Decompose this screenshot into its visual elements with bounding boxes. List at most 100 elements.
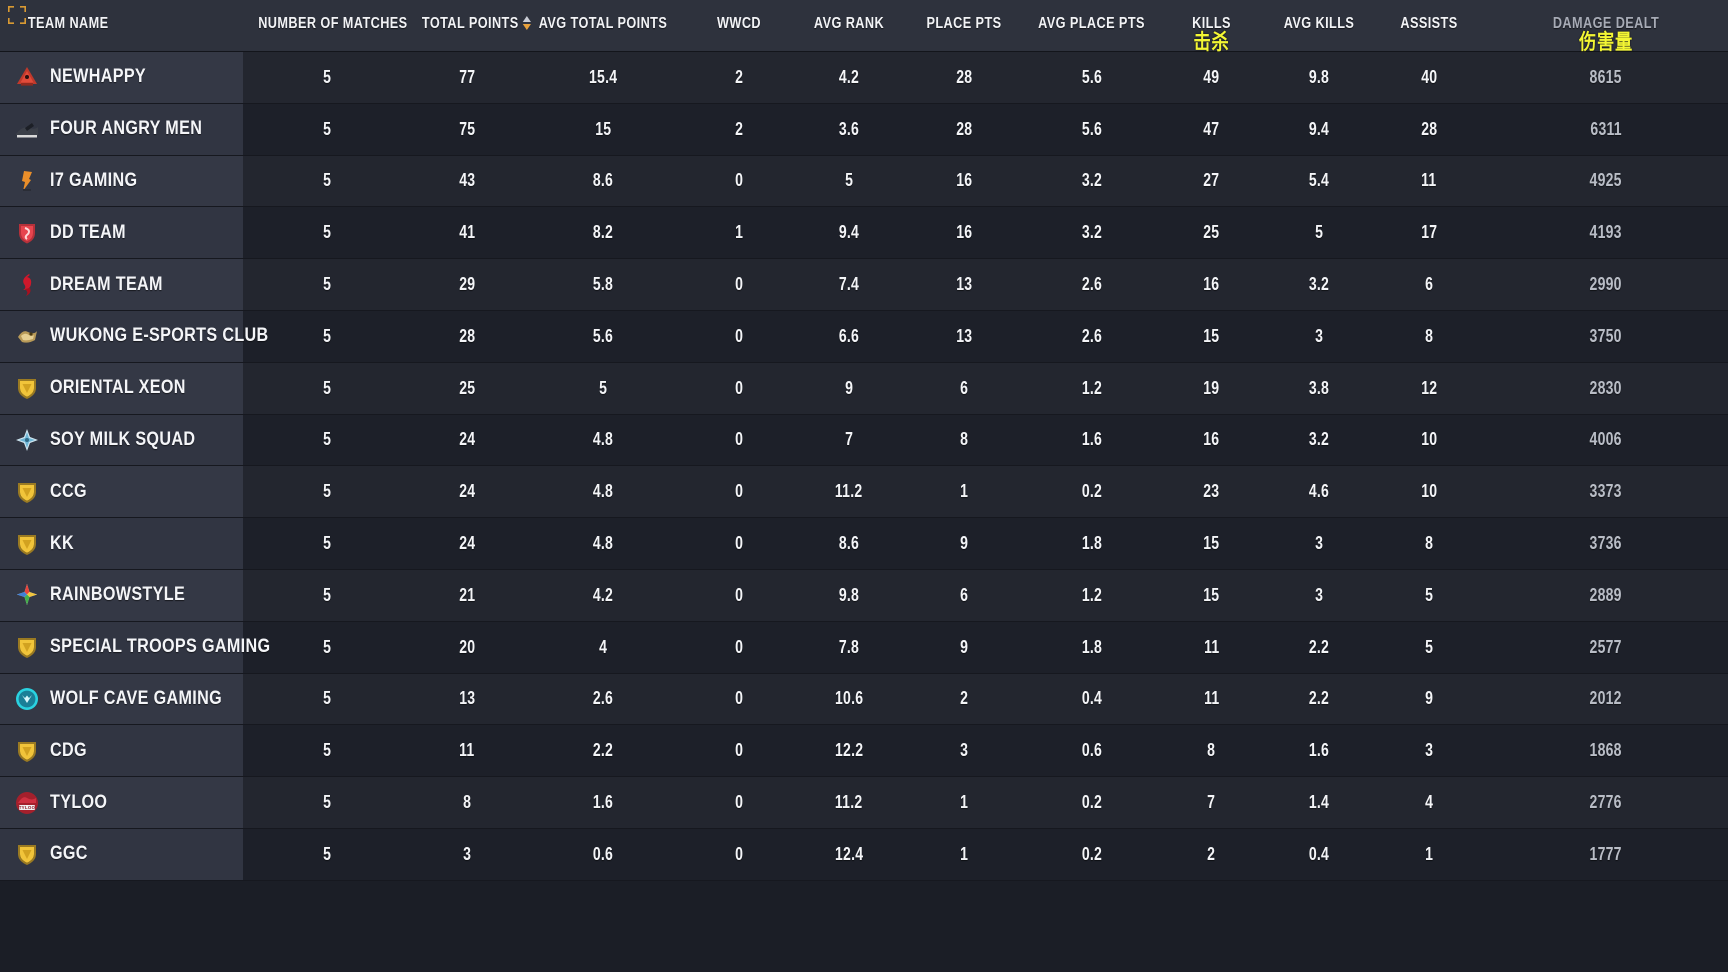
team-cell[interactable]: FOUR ANGRY MEN <box>0 103 243 155</box>
cell-wwcd: 1 <box>684 207 794 258</box>
team-name-label: WOLF CAVE GAMING <box>50 687 223 709</box>
cell-value: 5 <box>323 533 332 554</box>
cell-value: 1 <box>959 843 969 864</box>
cell-total_pts: 13 <box>412 674 522 725</box>
cell-avg_total: 4.8 <box>522 415 684 466</box>
team-cell[interactable]: CCG <box>0 466 243 518</box>
cell-avg_kills: 3 <box>1264 570 1374 621</box>
cell-value: 4193 <box>1589 222 1623 243</box>
table-row[interactable]: ORIENTAL XEON 5 25 5 0 9 6 1.2 19 3.8 12 2830 <box>0 362 1728 415</box>
cell-avg_rank: 9.4 <box>794 207 904 258</box>
cell-matches: 5 <box>243 829 412 880</box>
cell-value: 5 <box>323 222 332 243</box>
cell-avg_total: 2.6 <box>522 674 684 725</box>
table-row[interactable]: WUKONG E-SPORTS CLUB 5 28 5.6 0 6.6 13 2.6 15 3 8 3… <box>0 310 1728 363</box>
column-header-total_pts[interactable]: TOTAL POINTS <box>422 0 531 33</box>
team-cell[interactable]: SPECIAL TROOPS GAMING <box>0 621 270 673</box>
cell-total_pts: 20 <box>412 622 522 673</box>
cell-value: 0 <box>734 429 744 450</box>
cell-place_pts: 13 <box>904 259 1024 310</box>
cell-value: 28 <box>1420 118 1438 139</box>
cell-avg_kills: 3.2 <box>1264 415 1374 466</box>
cell-value: 2 <box>1207 843 1216 864</box>
cell-value: 6 <box>959 377 969 398</box>
cell-total_pts: 29 <box>412 259 522 310</box>
table-row[interactable]: KK 5 24 4.8 0 8.6 9 1.8 15 3 8 3736 <box>0 518 1728 570</box>
cell-value: 27 <box>1203 170 1220 191</box>
team-cell[interactable]: SOY MILK SQUAD <box>0 414 243 466</box>
table-row[interactable]: TYLOO TYLOO 5 8 1.6 0 11.2 1 0.2 7 1.4 4 2776 <box>0 777 1728 829</box>
team-cell[interactable]: WUKONG E-SPORTS CLUB <box>0 310 268 362</box>
team-cell[interactable]: DD TEAM <box>0 207 243 259</box>
team-cell[interactable]: DREAM TEAM <box>0 259 243 310</box>
cell-value: 2577 <box>1589 636 1623 657</box>
cell-place_pts: 16 <box>904 156 1024 207</box>
cell-value: 5 <box>1424 636 1434 657</box>
table-row[interactable]: FOUR ANGRY MEN 5 75 15 2 3.6 28 5.6 47 9.4 28 6311 <box>0 103 1728 156</box>
column-header-team: TEAM NAME <box>0 0 199 33</box>
cell-value: 24 <box>458 481 476 502</box>
table-row[interactable]: SPECIAL TROOPS GAMING 5 20 4 0 7.8 9 1.8 11 2.2 5 2… <box>0 621 1728 674</box>
table-row[interactable]: DREAM TEAM 5 29 5.8 0 7.4 13 2.6 16 3.2 6 2990 <box>0 259 1728 311</box>
cell-value: 1.8 <box>1081 533 1102 554</box>
cell-value: 2830 <box>1589 377 1623 398</box>
cell-value: 3.2 <box>1081 222 1102 243</box>
cell-value: 3.2 <box>1308 274 1330 295</box>
cell-damage: 2990 <box>1484 259 1728 310</box>
table-row[interactable]: RAINBOWSTYLE 5 21 4.2 0 9.8 6 1.2 15 3 5 2889 <box>0 569 1728 622</box>
cell-value: 47 <box>1203 118 1220 139</box>
cell-matches: 5 <box>243 777 412 828</box>
cell-assists: 6 <box>1374 259 1484 310</box>
team-name-label: DREAM TEAM <box>50 273 163 295</box>
cell-avg_kills: 3.8 <box>1264 363 1374 414</box>
cell-place_pts: 9 <box>904 622 1024 673</box>
cell-avg_rank: 6.6 <box>794 311 904 362</box>
table-row[interactable]: I7 GAMING 5 43 8.6 0 5 16 3.2 27 5.4 11 4925 <box>0 155 1728 208</box>
team-cell[interactable]: WOLF CAVE GAMING <box>0 673 243 725</box>
cell-value: 9 <box>959 636 969 657</box>
cell-total_pts: 41 <box>412 207 522 258</box>
table-row[interactable]: CCG 5 24 4.8 0 11.2 1 0.2 23 4.6 10 3373 <box>0 466 1728 519</box>
cell-value: 43 <box>458 170 476 191</box>
team-cell[interactable]: ORIENTAL XEON <box>0 362 243 414</box>
cell-value: 4.2 <box>592 584 614 605</box>
sort-toggle-icon[interactable] <box>522 15 531 30</box>
cell-value: 1777 <box>1589 843 1623 864</box>
cell-avg_place: 0.2 <box>1024 466 1159 517</box>
expand-collapse-icon[interactable] <box>6 4 28 26</box>
cell-value: 1 <box>1424 843 1434 864</box>
table-row[interactable]: CDG 5 11 2.2 0 12.2 3 0.6 8 1.6 3 1868 <box>0 725 1728 778</box>
cell-place_pts: 13 <box>904 311 1024 362</box>
table-row[interactable]: DD TEAM 5 41 8.2 1 9.4 16 3.2 25 5 17 4193 <box>0 207 1728 260</box>
cell-value: 3750 <box>1589 325 1623 346</box>
cell-kills: 7 <box>1159 777 1264 828</box>
team-cell[interactable]: NEWHAPPY <box>0 52 243 103</box>
cell-value: 12 <box>1420 377 1438 398</box>
cell-value: 1.2 <box>1081 377 1102 398</box>
cell-value: 15 <box>1203 325 1220 346</box>
cell-value: 12.4 <box>834 843 864 864</box>
table-row[interactable]: WOLF CAVE GAMING 5 13 2.6 0 10.6 2 0.4 11 2.2 9 201… <box>0 673 1728 726</box>
team-name-label: I7 GAMING <box>50 169 138 191</box>
cell-matches: 5 <box>243 466 412 517</box>
team-cell[interactable]: RAINBOWSTYLE <box>0 569 243 621</box>
team-cell[interactable]: GGC <box>0 828 243 880</box>
table-row[interactable]: SOY MILK SQUAD 5 24 4.8 0 7 8 1.6 16 3.2 10 4006 <box>0 414 1728 467</box>
cell-value: 16 <box>955 222 973 243</box>
team-cell[interactable]: KK <box>0 518 243 569</box>
ddteam-logo <box>14 220 40 246</box>
team-cell[interactable]: I7 GAMING <box>0 155 243 207</box>
team-cell[interactable]: CDG <box>0 725 243 777</box>
cell-damage: 2889 <box>1484 570 1728 621</box>
cell-kills: 27 <box>1159 156 1264 207</box>
cell-value: 3 <box>959 740 969 761</box>
cell-avg_total: 15.4 <box>522 52 684 103</box>
cell-avg_total: 5.8 <box>522 259 684 310</box>
table-row[interactable]: NEWHAPPY 5 77 15.4 2 4.2 28 5.6 49 9.8 40 8615 <box>0 52 1728 104</box>
team-cell[interactable]: TYLOO TYLOO <box>0 777 243 828</box>
cell-kills: 15 <box>1159 518 1264 569</box>
cell-value: 9.8 <box>838 584 860 605</box>
cell-value: 4.8 <box>592 533 614 554</box>
cell-avg_kills: 3 <box>1264 518 1374 569</box>
table-row[interactable]: GGC 5 3 0.6 0 12.4 1 0.2 2 0.4 1 1777 <box>0 828 1728 881</box>
